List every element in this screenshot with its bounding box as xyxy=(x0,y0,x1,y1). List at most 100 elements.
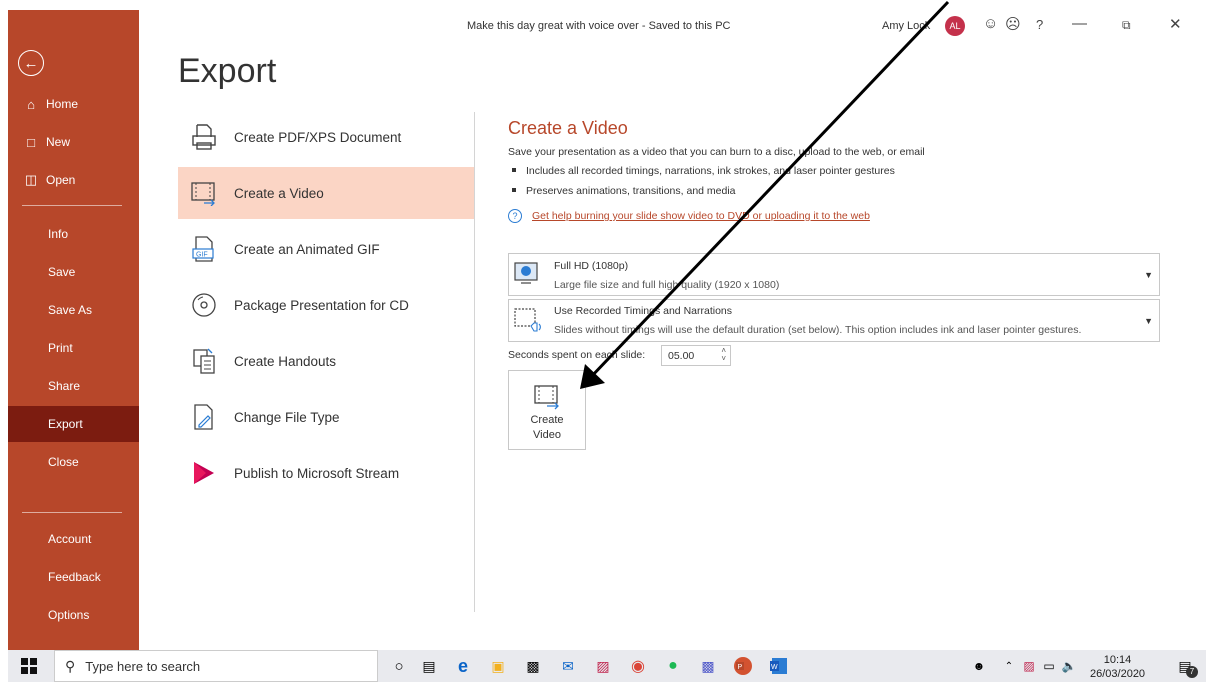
feature-bullet: Preserves animations, transitions, and m… xyxy=(508,185,736,197)
sidebar-item-export[interactable]: Export xyxy=(8,406,139,442)
svg-text:GIF: GIF xyxy=(196,252,208,259)
spotify-icon[interactable]: ● xyxy=(662,656,684,676)
taskbar-search-input[interactable]: ⚲ Type here to search xyxy=(54,650,378,682)
export-option-label: Change File Type xyxy=(234,409,340,425)
sidebar-divider xyxy=(22,512,122,513)
teams-icon[interactable]: ▩ xyxy=(697,656,719,676)
export-option-pdf[interactable]: Create PDF/XPS Document xyxy=(178,111,475,163)
sidebar-item-label: Share xyxy=(48,379,81,393)
battery-icon[interactable]: ▭ xyxy=(1038,656,1060,676)
close-icon[interactable]: ✕ xyxy=(1169,15,1182,33)
dropdown-title: Use Recorded Timings and Narrations xyxy=(554,305,732,317)
change-file-type-icon xyxy=(182,399,226,435)
powerpoint-taskbar-icon[interactable]: P xyxy=(732,656,754,676)
dropdown-title: Full HD (1080p) xyxy=(554,260,629,272)
seconds-label: Seconds spent on each slide: xyxy=(508,349,646,361)
sidebar-divider xyxy=(22,205,122,206)
sidebar-item-label: Options xyxy=(48,608,90,622)
create-video-icon xyxy=(533,383,563,416)
dropdown-subtitle: Large file size and full high quality (1… xyxy=(554,279,780,291)
back-arrow-icon[interactable]: ← xyxy=(18,50,44,76)
create-video-line2: Video xyxy=(533,429,561,441)
sidebar-item-save-as[interactable]: Save As xyxy=(8,292,139,328)
restore-icon[interactable]: ⧉ xyxy=(1122,18,1131,33)
clock-date: 26/03/2020 xyxy=(1090,668,1146,680)
sidebar-item-share[interactable]: Share xyxy=(8,368,139,404)
help-question-icon: ? xyxy=(508,209,522,223)
page-title: Export xyxy=(178,52,277,90)
smile-feedback-icon[interactable]: ☺ xyxy=(983,15,998,32)
sidebar-item-info[interactable]: Info xyxy=(8,216,139,252)
export-option-change-file-type[interactable]: Change File Type xyxy=(178,391,475,443)
file-explorer-icon[interactable]: ▣ xyxy=(487,656,509,676)
notification-count-badge: 7 xyxy=(1186,666,1198,678)
chrome-icon[interactable]: ◉ xyxy=(627,656,649,676)
chevron-up-icon[interactable]: ⌃ xyxy=(998,656,1020,676)
chevron-down-icon: ▼ xyxy=(1144,316,1153,326)
store-icon[interactable]: ▩ xyxy=(522,656,544,676)
windows-start-icon[interactable] xyxy=(18,656,40,676)
export-option-package-cd[interactable]: Package Presentation for CD xyxy=(178,279,475,331)
panel-divider xyxy=(474,112,475,612)
export-option-label: Create Handouts xyxy=(234,353,337,369)
bullet-icon xyxy=(512,168,516,172)
sidebar-item-label: Feedback xyxy=(48,570,101,584)
help-link[interactable]: Get help burning your slide show video t… xyxy=(532,210,870,222)
sidebar-item-new[interactable]: □ New xyxy=(8,124,139,160)
seconds-stepper[interactable]: 05.00 ˄ ˅ xyxy=(661,345,731,366)
sidebar-item-label: New xyxy=(46,135,71,149)
sidebar-item-open[interactable]: ◫ Open xyxy=(8,162,139,198)
monitor-quality-icon xyxy=(513,260,541,286)
bullet-text: Includes all recorded timings, narration… xyxy=(526,165,895,177)
sidebar-item-close[interactable]: Close xyxy=(8,444,139,480)
cortana-icon[interactable]: ○ xyxy=(388,656,410,676)
export-option-handouts[interactable]: Create Handouts xyxy=(178,335,475,387)
export-option-gif[interactable]: GIF Create an Animated GIF xyxy=(178,223,475,275)
create-video-button[interactable]: Create Video xyxy=(508,370,586,450)
sidebar-item-label: Export xyxy=(48,417,83,431)
screen: ← ⌂ Home □ New ◫ Open Info Save Save As … xyxy=(0,0,1206,682)
sidebar-item-save[interactable]: Save xyxy=(8,254,139,290)
bullet-text: Preserves animations, transitions, and m… xyxy=(526,185,736,197)
search-placeholder: Type here to search xyxy=(85,658,201,674)
volume-icon[interactable]: 🔈 xyxy=(1058,656,1080,676)
help-row: ? Get help burning your slide show video… xyxy=(508,209,870,223)
sidebar-item-label: Close xyxy=(48,455,79,469)
taskbar-clock[interactable]: 10:14 26/03/2020 xyxy=(1090,653,1145,681)
mail-icon[interactable]: ✉ xyxy=(557,656,579,676)
spinner-arrows-icon[interactable]: ˄ ˅ xyxy=(721,347,726,363)
avatar[interactable]: AL xyxy=(945,16,965,36)
sidebar-item-print[interactable]: Print xyxy=(8,330,139,366)
sidebar-item-account[interactable]: Account xyxy=(8,521,139,557)
minimize-icon[interactable]: — xyxy=(1072,15,1087,32)
export-option-video[interactable]: Create a Video xyxy=(178,167,475,219)
chevron-down-icon: ▼ xyxy=(1144,270,1153,280)
help-question-icon[interactable]: ? xyxy=(1036,17,1043,32)
powerpoint-window: ← ⌂ Home □ New ◫ Open Info Save Save As … xyxy=(8,10,1206,650)
handouts-icon xyxy=(182,343,226,379)
word-taskbar-icon[interactable]: W xyxy=(768,656,790,676)
timings-dropdown[interactable]: Use Recorded Timings and Narrations Slid… xyxy=(508,299,1160,342)
export-option-label: Create PDF/XPS Document xyxy=(234,129,402,145)
tray-app-icon[interactable]: ▨ xyxy=(1018,656,1040,676)
sidebar-item-home[interactable]: ⌂ Home xyxy=(8,86,139,122)
task-view-icon[interactable]: ▤ xyxy=(418,656,440,676)
search-icon: ⚲ xyxy=(65,657,76,674)
sidebar-item-label: Home xyxy=(46,97,79,111)
sidebar-item-options[interactable]: Options xyxy=(8,597,139,633)
folder-open-icon: ◫ xyxy=(24,172,38,187)
edge-icon[interactable]: e xyxy=(452,656,474,676)
video-quality-dropdown[interactable]: Full HD (1080p) Large file size and full… xyxy=(508,253,1160,296)
sidebar-item-label: Save As xyxy=(48,303,93,317)
home-icon: ⌂ xyxy=(27,96,35,112)
export-option-label: Publish to Microsoft Stream xyxy=(234,465,400,481)
sidebar-item-feedback[interactable]: Feedback xyxy=(8,559,139,595)
gift-app-icon[interactable]: ▨ xyxy=(592,656,614,676)
export-option-stream[interactable]: Publish to Microsoft Stream xyxy=(178,447,475,499)
document-title: Make this day great with voice over - Sa… xyxy=(467,20,731,32)
export-option-label: Create an Animated GIF xyxy=(234,241,380,257)
frown-feedback-icon[interactable]: ☹ xyxy=(1005,15,1021,33)
user-name[interactable]: Amy Lock xyxy=(882,20,930,32)
export-option-label: Create a Video xyxy=(234,185,324,201)
people-icon[interactable]: ☻ xyxy=(968,656,990,676)
